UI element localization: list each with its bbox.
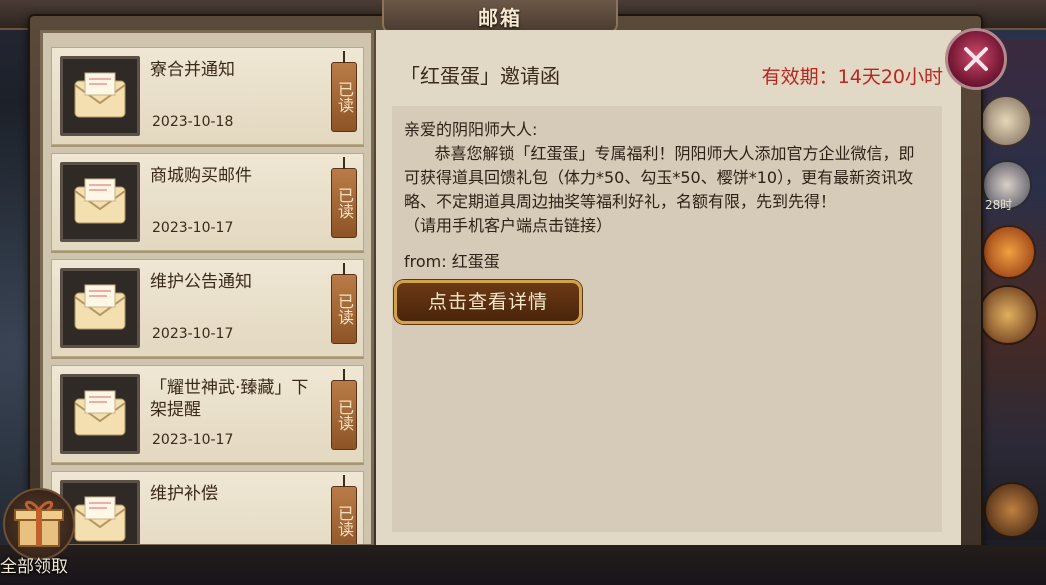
envelope-icon — [60, 56, 140, 136]
mail-title: 维护公告通知 — [150, 272, 252, 292]
mail-item[interactable]: 维护公告通知 2023-10-17 已读 — [51, 259, 364, 357]
mail-item[interactable]: 「耀世神武·臻藏」下架提醒 2023-10-17 已读 — [51, 365, 364, 463]
side-event-icon[interactable] — [982, 225, 1036, 279]
envelope-icon — [60, 162, 140, 242]
mail-date: 2023-10-17 — [152, 220, 234, 236]
mail-date: 2023-10-17 — [152, 432, 234, 448]
view-details-button[interactable]: 点击查看详情 — [394, 280, 582, 324]
validity-text: 有效期：14天20小时 — [761, 66, 943, 88]
close-button[interactable] — [945, 28, 1007, 90]
read-status-label: 已读 — [335, 187, 354, 219]
mail-date: 2023-10-17 — [152, 326, 234, 342]
read-status-tag: 已读 — [331, 475, 357, 544]
envelope-icon — [60, 268, 140, 348]
mail-body-text: 恭喜您解锁「红蛋蛋」专属福利！阴阳师大人添加官方企业微信，即可获得道具回馈礼包（… — [404, 144, 915, 235]
read-status-tag: 已读 — [331, 157, 357, 238]
mail-greeting: 亲爱的阴阳师大人: — [404, 120, 538, 139]
mail-item[interactable]: 寮合并通知 2023-10-18 已读 — [51, 47, 364, 145]
read-status-label: 已读 — [335, 81, 354, 113]
read-status-tag: 已读 — [331, 263, 357, 344]
side-event-icon[interactable] — [984, 482, 1040, 538]
bottom-bar — [0, 545, 1046, 585]
window-title: 邮箱 — [478, 5, 522, 30]
read-status-label: 已读 — [335, 293, 354, 325]
read-status-tag: 已读 — [331, 369, 357, 450]
read-status-label: 已读 — [335, 505, 354, 537]
mail-title: 寮合并通知 — [150, 60, 235, 80]
mail-item[interactable]: 商城购买邮件 2023-10-17 已读 — [51, 153, 364, 251]
mail-title: 维护补偿 — [150, 484, 218, 504]
mail-heading: 「红蛋蛋」邀请函 — [400, 64, 560, 88]
read-status-tag: 已读 — [331, 51, 357, 132]
side-event-icon[interactable] — [980, 95, 1032, 147]
gift-icon — [3, 488, 75, 560]
side-event-icon[interactable] — [978, 285, 1038, 345]
mail-sender: from: 红蛋蛋 — [404, 252, 500, 271]
envelope-icon — [60, 374, 140, 454]
event-timer: 28时 — [985, 198, 1013, 212]
mail-item[interactable]: 维护补偿 已读 — [51, 471, 364, 544]
read-status-label: 已读 — [335, 399, 354, 431]
claim-all-label[interactable]: 全部领取 — [0, 552, 68, 577]
mail-date: 2023-10-18 — [152, 114, 234, 130]
mail-list[interactable]: 寮合并通知 2023-10-18 已读 商城购买邮件 2023-10-17 已读… — [40, 30, 374, 547]
close-icon — [964, 47, 988, 71]
title-plate: 邮箱 — [382, 0, 618, 34]
mail-title: 「耀世神武·臻藏」下架提醒 — [150, 378, 309, 420]
mail-title: 商城购买邮件 — [150, 166, 252, 186]
mail-detail-panel: 「红蛋蛋」邀请函 有效期：14天20小时 亲爱的阴阳师大人: 恭喜您解锁「红蛋蛋… — [376, 30, 961, 547]
mail-body: 亲爱的阴阳师大人: 恭喜您解锁「红蛋蛋」专属福利！阴阳师大人添加官方企业微信，即… — [392, 106, 942, 532]
